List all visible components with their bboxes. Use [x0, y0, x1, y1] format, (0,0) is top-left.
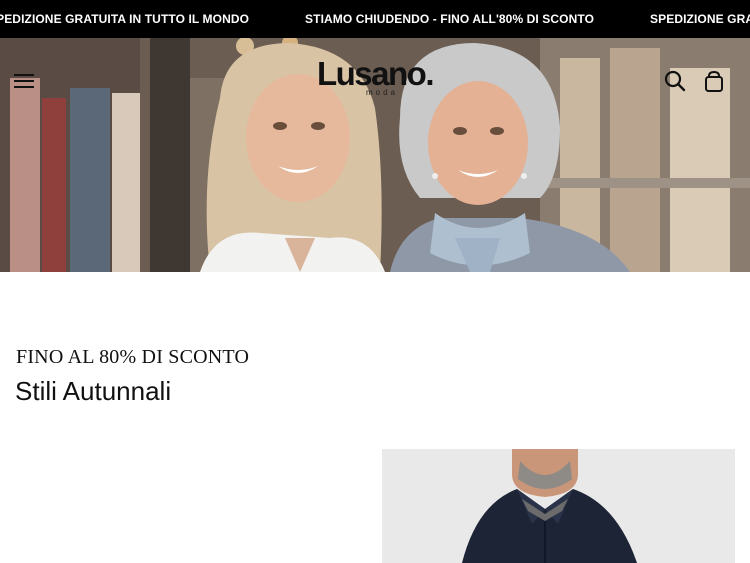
announcement-track: SPEDIZIONE GRATUITA IN TUTTO IL MONDO ST… [0, 0, 750, 38]
announcement-item: SPEDIZIONE GRATUITA IN TUTTO IL MONDO [650, 12, 750, 26]
announcement-bar: SPEDIZIONE GRATUITA IN TUTTO IL MONDO ST… [0, 0, 750, 38]
announcement-item: SPEDIZIONE GRATUITA IN TUTTO IL MONDO [0, 12, 250, 26]
shopping-bag-icon[interactable] [703, 70, 725, 92]
menu-icon[interactable] [14, 72, 36, 90]
hero-banner: Lusano. moda [0, 38, 750, 272]
announcement-item: STIAMO CHIUDENDO - FINO ALL'80% DI SCONT… [305, 12, 595, 26]
promo-headline: Stili Autunnali [15, 376, 172, 406]
product-card[interactable] [382, 449, 735, 563]
logo[interactable]: Lusano. moda [300, 55, 450, 98]
search-icon[interactable] [664, 70, 686, 92]
logo-text: Lusano. [316, 55, 435, 92]
promo-eyebrow: FINO AL 80% DI SCONTO [16, 346, 250, 368]
product-image [382, 449, 735, 563]
